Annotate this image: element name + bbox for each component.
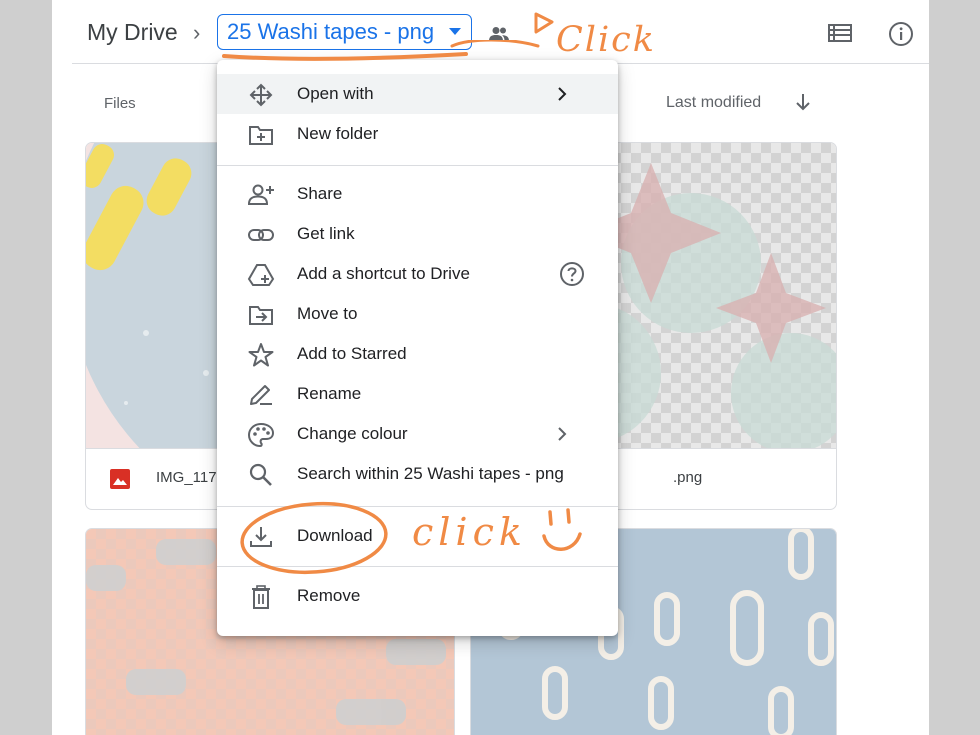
sort-by-last-modified[interactable]: Last modified [666,94,761,112]
menu-item-move-to[interactable]: Move to [217,294,618,334]
menu-divider [217,165,618,166]
menu-item-get-link[interactable]: Get link [217,214,618,254]
annotation-underline [222,40,540,61]
move-icon [249,83,273,107]
breadcrumb-my-drive[interactable]: My Drive [87,19,178,46]
new-folder-icon [249,126,273,145]
star-icon [248,343,274,367]
menu-item-share[interactable]: Share [217,174,618,214]
menu-item-search-within[interactable]: Search within 25 Washi tapes - png [217,454,618,494]
link-icon [248,229,274,241]
menu-item-label: Remove [297,586,361,605]
caret-down-icon [449,28,461,35]
menu-item-label: Change colour [297,424,408,443]
menu-item-add-shortcut[interactable]: Add a shortcut to Drive [217,254,618,294]
annotation-smiley [542,508,582,551]
pencil-icon [250,385,272,405]
menu-item-remove[interactable]: Remove [217,576,618,616]
chevron-right-icon [558,87,567,101]
menu-item-label: Open with [297,84,374,103]
menu-item-add-to-starred[interactable]: Add to Starred [217,334,618,374]
breadcrumb-separator: › [193,20,201,45]
menu-item-open-with[interactable]: Open with [217,74,618,114]
chevron-right-icon [558,427,567,441]
menu-item-label: Add a shortcut to Drive [297,264,470,283]
move-to-folder-icon [249,306,273,325]
palette-icon [247,422,275,448]
menu-item-label: Get link [297,224,355,243]
help-icon[interactable] [559,261,585,287]
menu-item-label: Share [297,184,343,203]
annotation-download-circle [240,501,388,575]
annotation-top-click: Click [556,20,656,60]
menu-item-label: Rename [297,384,362,403]
file-name: .png [673,469,703,486]
files-section-label: Files [104,95,136,112]
search-icon [249,463,272,486]
info-icon[interactable] [888,21,914,47]
list-view-icon[interactable] [828,23,852,43]
arrow-down-icon[interactable] [794,92,812,112]
menu-item-change-colour[interactable]: Change colour [217,414,618,454]
file-name: IMG_117 [156,469,217,486]
drive-shortcut-icon [247,264,275,286]
image-file-icon [110,469,130,489]
menu-item-label: New folder [297,124,379,143]
menu-item-label: Move to [297,304,358,323]
trash-icon [252,585,270,609]
menu-item-label: Search within 25 Washi tapes - png [297,464,564,483]
add-person-icon [247,184,274,205]
menu-item-label: Add to Starred [297,344,407,363]
menu-item-new-folder[interactable]: New folder [217,114,618,154]
annotation-download-click: click [412,510,527,554]
menu-item-rename[interactable]: Rename [217,374,618,414]
